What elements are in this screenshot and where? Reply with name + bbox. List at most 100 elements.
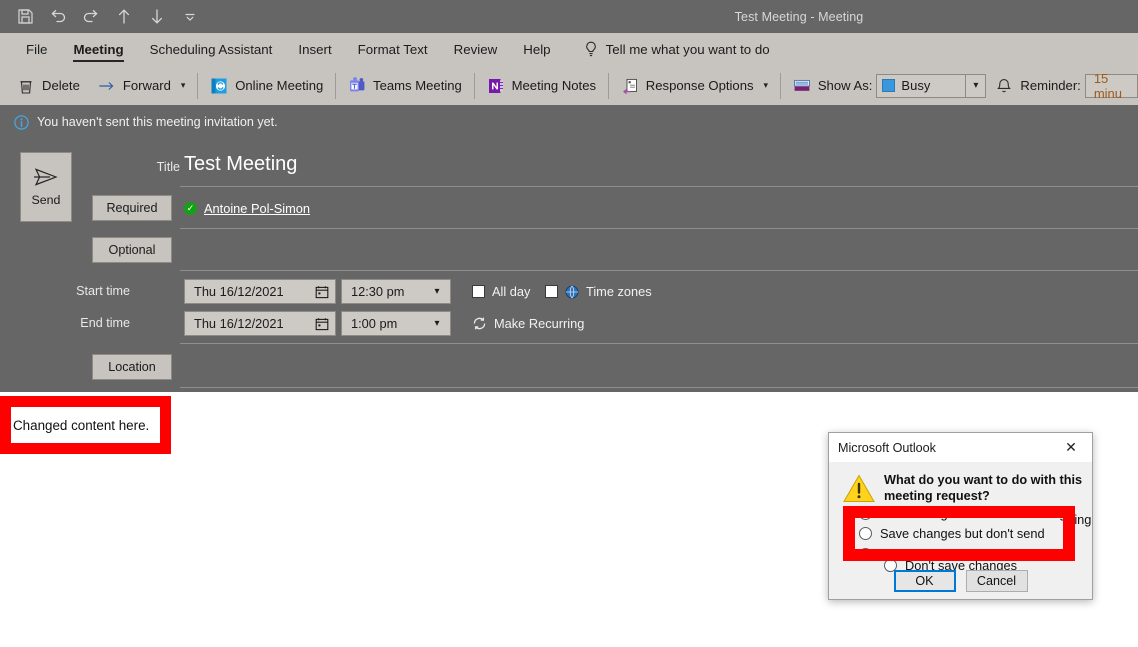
online-meeting-label: Online Meeting xyxy=(235,78,324,93)
chevron-down-icon[interactable]: ▾ xyxy=(424,318,450,329)
tab-review[interactable]: Review xyxy=(441,33,511,66)
chevron-down-icon[interactable]: ▾ xyxy=(764,80,769,91)
tell-me-search[interactable]: Tell me what you want to do xyxy=(564,41,770,59)
end-date-picker[interactable]: Thu 16/12/2021 xyxy=(184,311,336,336)
cancel-label: Cancel xyxy=(976,574,1017,588)
annotation-radio-bottom-label: Don't save changes xyxy=(880,547,992,561)
form-row-separator xyxy=(180,186,1138,187)
optional-attendees-input[interactable] xyxy=(184,237,1124,261)
window-title: Test Meeting - Meeting xyxy=(0,0,1138,33)
meeting-form: Send Title Test Meeting Required ✓ Antoi… xyxy=(0,139,1138,392)
skype-online-meeting-icon xyxy=(211,78,227,93)
teams-meeting-button[interactable]: Teams Meeting xyxy=(339,71,471,101)
dialog-message: What do you want to do with this meeting… xyxy=(884,473,1083,503)
tab-meeting[interactable]: Meeting xyxy=(60,33,136,66)
toolbar-separator xyxy=(335,72,337,99)
reminder-dropdown[interactable]: 15 minu xyxy=(1084,70,1138,101)
teams-meeting-label: Teams Meeting xyxy=(373,78,462,93)
ok-button[interactable]: OK xyxy=(893,570,956,592)
show-as-dropdown[interactable]: Busy ▾ xyxy=(876,73,987,98)
ribbon-tabs: File Meeting Scheduling Assistant Insert… xyxy=(0,33,1138,66)
close-icon[interactable]: ✕ xyxy=(1054,434,1088,461)
chevron-down-icon[interactable]: ▾ xyxy=(181,80,186,91)
calendar-icon[interactable] xyxy=(309,285,335,299)
show-as-label: Show As: xyxy=(817,78,873,93)
show-as-icon xyxy=(793,79,810,91)
forward-arrow-icon xyxy=(99,81,114,90)
make-recurring-label: Make Recurring xyxy=(494,316,585,331)
time-zones-checkbox-row[interactable]: Time zones xyxy=(545,284,652,299)
toolbar-separator xyxy=(473,72,475,99)
annotation-radio-label: Save changes but don't send xyxy=(880,526,1045,541)
dialog-title: Microsoft Outlook xyxy=(838,440,936,455)
start-time-value: 12:30 pm xyxy=(351,284,405,299)
radio-icon[interactable] xyxy=(859,518,872,520)
delete-label: Delete xyxy=(42,78,80,93)
show-as-group: Show As: xyxy=(784,71,873,101)
annotation-radio-option-top[interactable]: Save changes and send meeting xyxy=(859,518,1063,521)
delete-button[interactable]: Delete xyxy=(8,71,89,101)
start-time-label: Start time xyxy=(76,284,130,298)
calendar-icon[interactable] xyxy=(309,317,335,331)
end-time-picker[interactable]: 1:00 pm ▾ xyxy=(341,311,451,336)
location-input[interactable] xyxy=(184,354,1124,378)
start-time-picker[interactable]: 12:30 pm ▾ xyxy=(341,279,451,304)
annotation-radio-option-selected[interactable]: Save changes but don't send xyxy=(859,526,1045,541)
reminder-value: 15 minu xyxy=(1093,70,1123,101)
forward-button[interactable]: Forward ▾ xyxy=(89,71,195,101)
chevron-down-icon[interactable]: ▾ xyxy=(424,286,450,297)
tab-file-label: File xyxy=(26,42,48,57)
online-meeting-button[interactable]: Online Meeting xyxy=(201,71,332,101)
show-as-chevron-down-icon[interactable]: ▾ xyxy=(965,74,985,97)
location-button[interactable]: Location xyxy=(92,354,172,380)
tab-review-label: Review xyxy=(453,42,498,57)
radio-icon[interactable] xyxy=(859,548,872,549)
dialog-title-bar: Microsoft Outlook ✕ xyxy=(829,433,1092,462)
radio-icon[interactable] xyxy=(859,527,872,540)
title-value[interactable]: Test Meeting xyxy=(184,153,297,176)
tab-scheduling-assistant-label: Scheduling Assistant xyxy=(149,42,273,57)
form-row-separator xyxy=(180,343,1138,344)
start-date-picker[interactable]: Thu 16/12/2021 xyxy=(184,279,336,304)
tab-insert[interactable]: Insert xyxy=(285,33,344,66)
make-recurring-button[interactable]: Make Recurring xyxy=(472,316,584,331)
required-button[interactable]: Required xyxy=(92,195,172,221)
end-time-label: End time xyxy=(80,316,130,330)
busy-color-chip xyxy=(882,79,896,92)
location-label: Location xyxy=(108,360,156,374)
form-row-separator xyxy=(180,387,1138,388)
tab-insert-label: Insert xyxy=(298,42,332,57)
toolbar-separator xyxy=(197,72,199,99)
time-zones-checkbox[interactable] xyxy=(545,285,558,298)
response-options-button[interactable]: Response Options ▾ xyxy=(612,71,777,101)
tab-help[interactable]: Help xyxy=(510,33,563,66)
required-attendees[interactable]: ✓ Antoine Pol-Simon xyxy=(184,201,310,216)
tab-file[interactable]: File xyxy=(13,33,60,66)
optional-button[interactable]: Optional xyxy=(92,237,172,263)
toolbar-separator xyxy=(608,72,609,99)
toolbar-separator xyxy=(780,72,781,99)
attendee-name[interactable]: Antoine Pol-Simon xyxy=(204,201,310,216)
tab-scheduling-assistant[interactable]: Scheduling Assistant xyxy=(137,33,286,66)
recurrence-icon xyxy=(473,317,486,330)
start-date-value: Thu 16/12/2021 xyxy=(194,284,284,299)
cancel-button[interactable]: Cancel xyxy=(965,570,1028,592)
forward-label: Forward xyxy=(122,78,171,93)
all-day-checkbox-row[interactable]: All day xyxy=(472,284,530,299)
trash-icon xyxy=(20,80,32,94)
form-row-separator xyxy=(180,228,1138,229)
info-bar-text: You haven't sent this meeting invitation… xyxy=(37,115,278,129)
tab-format-text-label: Format Text xyxy=(357,42,428,57)
reminder-label: Reminder: xyxy=(1020,78,1081,93)
optional-label: Optional xyxy=(108,243,156,257)
tab-format-text[interactable]: Format Text xyxy=(345,33,441,66)
response-options-label: Response Options xyxy=(645,78,754,93)
title-bar: Test Meeting - Meeting xyxy=(0,0,1138,33)
annotation-radio-option-bottom[interactable]: Don't save changes xyxy=(859,547,992,561)
lightbulb-icon xyxy=(585,41,596,56)
annotation-radio-highlight: Save changes and send meeting Save chang… xyxy=(843,506,1075,561)
time-zones-label: Time zones xyxy=(586,284,652,299)
all-day-checkbox[interactable] xyxy=(472,285,485,298)
meeting-notes-button[interactable]: Meeting Notes xyxy=(478,71,605,101)
send-button[interactable]: Send xyxy=(20,152,72,222)
